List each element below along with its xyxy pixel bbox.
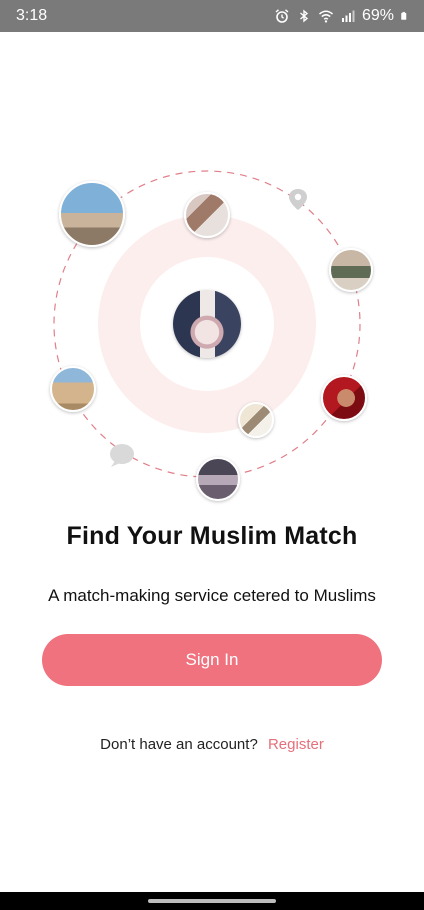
page-title: Find Your Muslim Match (66, 522, 358, 550)
holding-hands-photo (184, 192, 230, 238)
status-icons: 69% (274, 7, 410, 25)
mosque-photo (59, 181, 125, 247)
status-bar: 3:18 69% (0, 0, 424, 32)
location-pin-icon (289, 189, 307, 210)
center-bride-photo (173, 290, 241, 358)
system-nav-bar (0, 892, 424, 910)
dome-building-photo (50, 366, 96, 412)
city-street-photo (196, 457, 240, 501)
henna-hands-photo (321, 375, 367, 421)
no-account-text: Don’t have an account? (100, 736, 258, 753)
hero-illustration (0, 32, 424, 502)
couple-prayer-photo (329, 248, 373, 292)
signal-icon (341, 10, 355, 22)
register-link[interactable]: Register (268, 736, 324, 753)
alarm-icon (275, 9, 289, 23)
home-gesture-handle[interactable] (148, 899, 276, 903)
status-time: 3:18 (16, 7, 48, 24)
chat-bubble-icon (110, 444, 134, 467)
register-prompt: Don’t have an account? Register (0, 736, 424, 753)
battery-percent: 69% (361, 7, 394, 24)
bluetooth-icon (300, 9, 309, 23)
wifi-icon (318, 10, 333, 23)
sign-in-button[interactable]: Sign In (42, 634, 382, 686)
ring-hands-photo (238, 402, 274, 438)
page-subtitle: A match-making service cetered to Muslim… (48, 586, 376, 605)
battery-icon (401, 11, 407, 20)
